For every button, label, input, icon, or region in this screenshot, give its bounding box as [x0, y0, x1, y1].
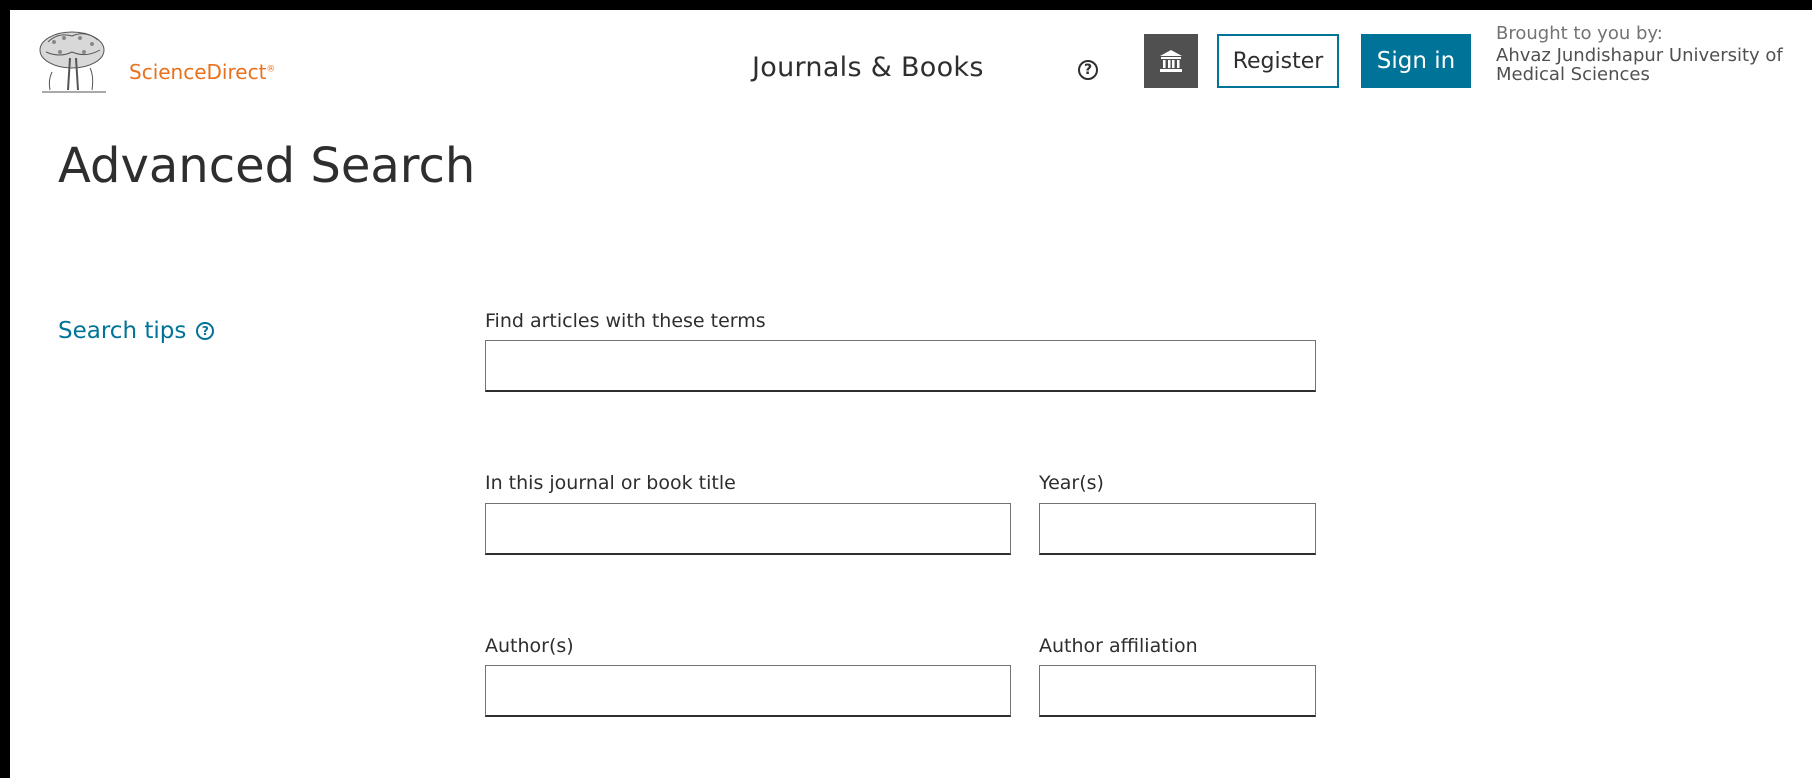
brought-to-you-label: Brought to you by: [1496, 23, 1663, 44]
register-button[interactable]: Register [1217, 34, 1339, 88]
authors-label: Author(s) [485, 635, 574, 657]
institution-name: Ahvaz Jundishapur University of Medical … [1496, 45, 1783, 85]
help-icon-glyph: ? [1083, 62, 1093, 78]
search-tips-label: Search tips [58, 318, 187, 344]
journals-books-link[interactable]: Journals & Books [752, 52, 984, 83]
years-input[interactable] [1039, 503, 1316, 555]
page: ScienceDirect® Journals & Books ? Regist… [10, 10, 1812, 778]
terms-input[interactable] [485, 340, 1316, 392]
institution-button[interactable] [1144, 34, 1198, 88]
search-tips-link[interactable]: Search tips ? [58, 318, 215, 344]
journal-title-label: In this journal or book title [485, 472, 736, 494]
affiliation-label: Author affiliation [1039, 635, 1198, 657]
brand-text: ScienceDirect [129, 60, 267, 84]
help-icon[interactable]: ? [1078, 60, 1098, 80]
sign-in-button[interactable]: Sign in [1361, 34, 1471, 88]
terms-label: Find articles with these terms [485, 310, 766, 332]
help-icon: ? [196, 322, 215, 340]
journal-title-input[interactable] [485, 503, 1011, 555]
affiliation-input[interactable] [1039, 665, 1316, 717]
years-label: Year(s) [1039, 472, 1104, 494]
elsevier-tree-logo[interactable] [34, 28, 114, 98]
brand-name[interactable]: ScienceDirect® [129, 60, 275, 84]
page-title: Advanced Search [58, 138, 476, 194]
authors-input[interactable] [485, 665, 1011, 717]
institution-icon [1160, 50, 1182, 72]
brand-registered-mark: ® [266, 64, 276, 75]
